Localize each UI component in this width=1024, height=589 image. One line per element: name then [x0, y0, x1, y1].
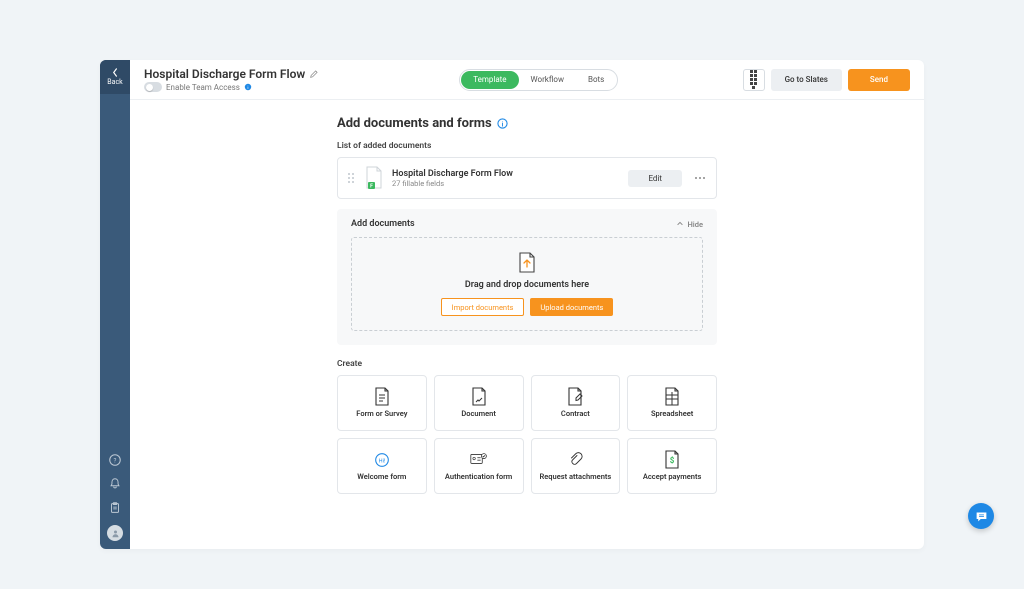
stage-tabs: Template Workflow Bots [459, 69, 618, 91]
chevron-left-icon [111, 68, 120, 77]
info-icon[interactable]: i [244, 83, 252, 91]
help-icon[interactable]: ? [108, 453, 122, 467]
tile-document[interactable]: Document [434, 375, 524, 431]
team-access-toggle[interactable] [144, 82, 162, 92]
section-heading: Add documents and forms [337, 116, 492, 131]
section-heading-row: Add documents and forms i [337, 116, 717, 131]
tile-label: Document [457, 410, 500, 419]
spreadsheet-icon [663, 388, 681, 406]
document-more-button[interactable] [690, 177, 706, 180]
svg-text:$: $ [670, 456, 675, 465]
dropzone-text: Drag and drop documents here [465, 280, 589, 290]
tile-spreadsheet[interactable]: Spreadsheet [627, 375, 717, 431]
main: Hospital Discharge Form Flow Enable Team… [130, 60, 924, 549]
upload-file-icon [518, 252, 536, 274]
tab-bots[interactable]: Bots [576, 71, 616, 89]
content: Add documents and forms i List of added … [130, 100, 924, 549]
tile-label: Contract [557, 410, 594, 419]
form-icon [373, 388, 391, 406]
document-subtext: 27 fillable fields [392, 179, 620, 188]
tile-request-attachments[interactable]: Request attachments [531, 438, 621, 494]
document-file-icon: F [364, 166, 384, 190]
avatar[interactable] [107, 525, 123, 541]
tile-form-or-survey[interactable]: Form or Survey [337, 375, 427, 431]
chat-icon [975, 510, 988, 523]
import-documents-button[interactable]: Import documents [441, 298, 525, 316]
tile-label: Request attachments [535, 473, 615, 482]
list-subhead: List of added documents [337, 141, 717, 151]
upload-documents-button[interactable]: Upload documents [530, 298, 613, 316]
bell-icon[interactable] [108, 477, 122, 491]
page-title-row: Hospital Discharge Form Flow [144, 67, 319, 81]
tile-label: Authentication form [441, 473, 516, 482]
hide-label: Hide [687, 220, 703, 229]
back-button[interactable]: Back [100, 60, 130, 94]
apps-grid-button[interactable] [743, 69, 765, 91]
team-access-row: Enable Team Access i [144, 82, 319, 92]
page-title: Hospital Discharge Form Flow [144, 67, 305, 81]
chat-fab[interactable] [968, 503, 994, 529]
sidebar: Back ? [100, 60, 130, 549]
dropzone[interactable]: Drag and drop documents here Import docu… [351, 237, 703, 331]
back-label: Back [107, 78, 122, 86]
tile-label: Accept payments [639, 473, 706, 482]
add-documents-panel: Add documents Hide Drag and drop documen… [337, 209, 717, 345]
tile-label: Form or Survey [352, 410, 411, 419]
svg-text:i: i [247, 85, 248, 91]
send-button[interactable]: Send [848, 69, 910, 91]
add-documents-title: Add documents [351, 219, 415, 229]
tab-workflow[interactable]: Workflow [519, 71, 576, 89]
topbar: Hospital Discharge Form Flow Enable Team… [130, 60, 924, 100]
edit-pencil-icon[interactable] [309, 69, 319, 79]
tab-template[interactable]: Template [461, 71, 518, 89]
document-name: Hospital Discharge Form Flow [392, 169, 620, 179]
svg-text:i: i [501, 120, 503, 128]
info-icon[interactable]: i [497, 118, 508, 129]
document-icon [470, 388, 488, 406]
app-window: Back ? Hospital Discharge Form Flow [100, 60, 924, 549]
create-grid: Form or Survey Document Contract Spreads… [337, 375, 717, 494]
team-access-label: Enable Team Access [166, 83, 240, 92]
sidebar-tools: ? [107, 453, 123, 549]
tile-welcome-form[interactable]: Hi! Welcome form [337, 438, 427, 494]
edit-document-button[interactable]: Edit [628, 170, 682, 187]
svg-text:?: ? [114, 458, 117, 465]
auth-icon [470, 451, 488, 469]
contract-icon [566, 388, 584, 406]
document-card: F Hospital Discharge Form Flow 27 fillab… [337, 157, 717, 199]
tile-authentication-form[interactable]: Authentication form [434, 438, 524, 494]
go-to-slates-button[interactable]: Go to Slates [771, 69, 842, 91]
paperclip-icon [566, 451, 584, 469]
tile-contract[interactable]: Contract [531, 375, 621, 431]
tile-label: Welcome form [353, 473, 410, 482]
create-subhead: Create [337, 359, 717, 369]
svg-text:Hi!: Hi! [379, 458, 386, 464]
welcome-icon: Hi! [373, 451, 391, 469]
svg-text:F: F [370, 184, 373, 190]
clipboard-icon[interactable] [108, 501, 122, 515]
payment-icon: $ [663, 451, 681, 469]
tile-accept-payments[interactable]: $ Accept payments [627, 438, 717, 494]
chevron-up-icon [676, 220, 684, 228]
hide-toggle[interactable]: Hide [676, 220, 703, 229]
tile-label: Spreadsheet [647, 410, 697, 419]
drag-handle-icon[interactable] [348, 173, 356, 183]
